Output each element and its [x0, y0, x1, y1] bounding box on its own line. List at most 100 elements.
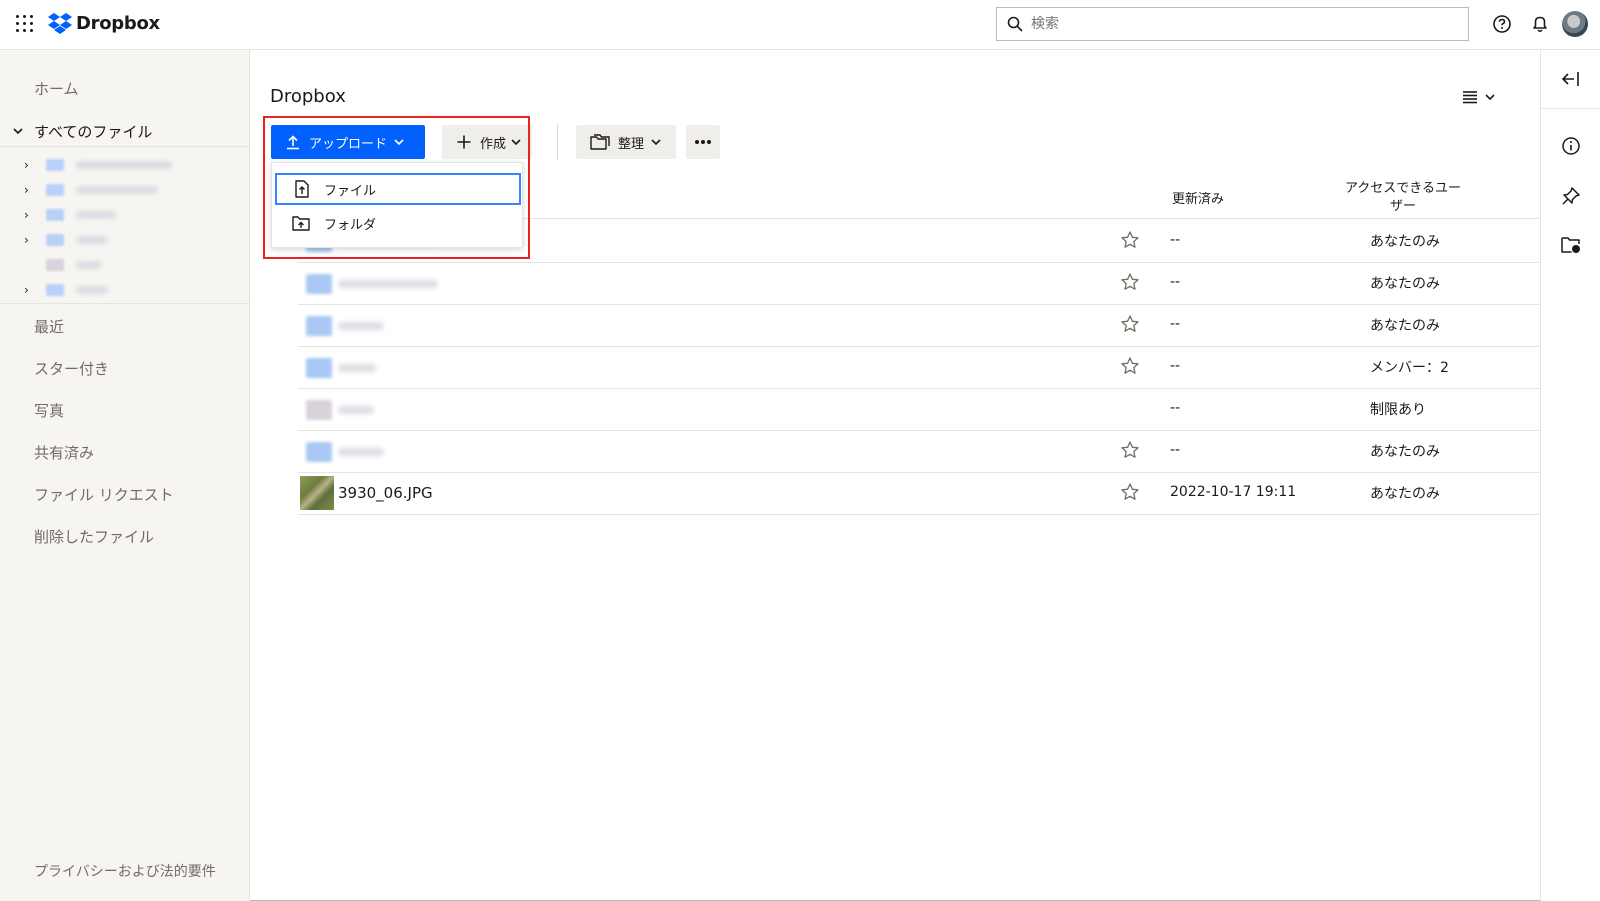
chevron-right-icon[interactable]: ›: [24, 283, 36, 297]
sidebar-item-file-requests[interactable]: ファイル リクエスト: [34, 484, 174, 505]
folder-icon: [306, 274, 332, 294]
view-toggle[interactable]: [1462, 86, 1506, 108]
updated-value: --: [1170, 232, 1181, 248]
info-icon[interactable]: [1560, 135, 1582, 157]
sidebar-item-recent[interactable]: 最近: [34, 316, 64, 337]
more-options-button[interactable]: [686, 125, 720, 159]
access-value: あなたのみ: [1370, 486, 1440, 502]
star-icon[interactable]: [1120, 272, 1140, 292]
updated-value: 2022-10-17 19:11: [1170, 484, 1297, 500]
table-row[interactable]: -- あなたのみ: [298, 430, 1540, 472]
pin-icon[interactable]: [1560, 185, 1582, 207]
upload-file-option[interactable]: ファイル: [275, 173, 521, 205]
upload-button[interactable]: アップロード: [271, 125, 425, 159]
row-divider: [298, 514, 1540, 515]
help-icon[interactable]: [1491, 13, 1513, 35]
list-view-icon: [1463, 91, 1477, 104]
sidebar-item-label: すべてのファイル: [34, 122, 153, 141]
rail-divider: [1541, 108, 1600, 109]
create-button[interactable]: 作成: [442, 125, 532, 159]
tree-folder[interactable]: ›: [0, 152, 250, 177]
star-icon[interactable]: [1120, 356, 1140, 376]
search-box[interactable]: [996, 7, 1469, 41]
dropbox-logo[interactable]: Dropbox: [48, 12, 160, 34]
upload-icon: [287, 135, 299, 150]
tree-folder[interactable]: ›: [0, 202, 250, 227]
blurred-file-name: [338, 448, 384, 456]
sidebar-item-all-files[interactable]: すべてのファイル: [0, 116, 250, 146]
blurred-file-name: [338, 364, 376, 372]
bell-icon[interactable]: [1529, 13, 1551, 35]
blurred-folder-name: [76, 185, 158, 194]
chevron-down-icon: [13, 128, 23, 135]
access-value: 制限あり: [1370, 402, 1426, 418]
chevron-right-icon[interactable]: ›: [24, 208, 36, 222]
organize-label: 整理: [618, 136, 645, 152]
access-value: あなたのみ: [1370, 234, 1440, 250]
tree-folder[interactable]: ›: [0, 177, 250, 202]
more-icon: [695, 140, 711, 144]
sidebar: ホーム すべてのファイル › › › › › 最近 スター付き 写真 共有済み …: [0, 50, 250, 901]
toolbar-divider: [557, 124, 558, 160]
blurred-file-name: [338, 406, 374, 414]
sidebar-item-shared[interactable]: 共有済み: [34, 442, 94, 463]
column-header-updated[interactable]: 更新済み: [1172, 188, 1224, 207]
sidebar-item-deleted-files[interactable]: 削除したファイル: [34, 526, 154, 547]
search-icon: [1007, 16, 1023, 32]
chevron-right-icon[interactable]: ›: [24, 183, 36, 197]
file-name[interactable]: 3930_06.JPG: [338, 484, 433, 502]
image-thumbnail: [300, 476, 334, 510]
star-icon[interactable]: [1120, 314, 1140, 334]
access-value: あなたのみ: [1370, 444, 1440, 460]
column-header-access[interactable]: アクセスできるユーザー: [1344, 180, 1462, 216]
tree-folder[interactable]: ›: [0, 227, 250, 252]
top-bar: Dropbox: [0, 0, 1600, 50]
star-icon[interactable]: [1120, 482, 1140, 502]
tree-folder[interactable]: ›: [0, 277, 250, 302]
folder-icon: [46, 233, 64, 246]
blurred-file-name: [338, 280, 438, 288]
create-label: 作成: [480, 136, 507, 152]
table-row[interactable]: -- あなたのみ: [298, 304, 1540, 346]
apps-grid-icon[interactable]: [16, 15, 34, 33]
updated-value: --: [1170, 358, 1181, 374]
logo-text: Dropbox: [76, 12, 160, 34]
collapse-panel-icon[interactable]: [1560, 68, 1582, 90]
blurred-folder-name: [76, 210, 116, 219]
folder-icon: [46, 208, 64, 221]
updated-value: --: [1170, 442, 1181, 458]
sidebar-item-starred[interactable]: スター付き: [34, 358, 109, 379]
avatar[interactable]: [1562, 11, 1588, 37]
search-input[interactable]: [1031, 16, 1451, 32]
chevron-right-icon[interactable]: ›: [24, 233, 36, 247]
star-icon[interactable]: [1120, 440, 1140, 460]
table-row[interactable]: -- あなたのみ: [298, 262, 1540, 304]
access-value: あなたのみ: [1370, 276, 1440, 292]
folder-activity-icon[interactable]: [1560, 234, 1582, 256]
blurred-folder-name: [76, 285, 108, 294]
right-rail: [1540, 50, 1600, 901]
table-row[interactable]: -- メンバー：2: [298, 346, 1540, 388]
blurred-folder-name: [76, 260, 102, 269]
privacy-link[interactable]: プライバシーおよび法的要件: [34, 862, 224, 883]
organize-button[interactable]: 整理: [576, 125, 676, 159]
tree-folder[interactable]: [0, 252, 250, 277]
folder-icon: [306, 316, 332, 336]
folder-icon: [590, 134, 610, 150]
access-value: メンバー：2: [1370, 360, 1449, 376]
upload-folder-option[interactable]: フォルダ: [272, 207, 524, 239]
star-icon[interactable]: [1120, 230, 1140, 250]
chevron-right-icon[interactable]: ›: [24, 158, 36, 172]
sidebar-item-photos[interactable]: 写真: [34, 400, 64, 421]
folder-tree: › › › › ›: [0, 146, 250, 304]
sidebar-item-home[interactable]: ホーム: [34, 78, 79, 99]
page-title: Dropbox: [270, 86, 346, 107]
blurred-folder-name: [76, 160, 172, 169]
upload-menu: ファイル フォルダ: [271, 162, 523, 248]
table-row[interactable]: 3930_06.JPG 2022-10-17 19:11 あなたのみ: [298, 472, 1540, 514]
updated-value: --: [1170, 316, 1181, 332]
table-row[interactable]: -- 制限あり: [298, 388, 1540, 430]
folder-icon: [46, 158, 64, 171]
chevron-down-icon: [1485, 94, 1495, 101]
upload-file-label: ファイル: [324, 183, 377, 199]
